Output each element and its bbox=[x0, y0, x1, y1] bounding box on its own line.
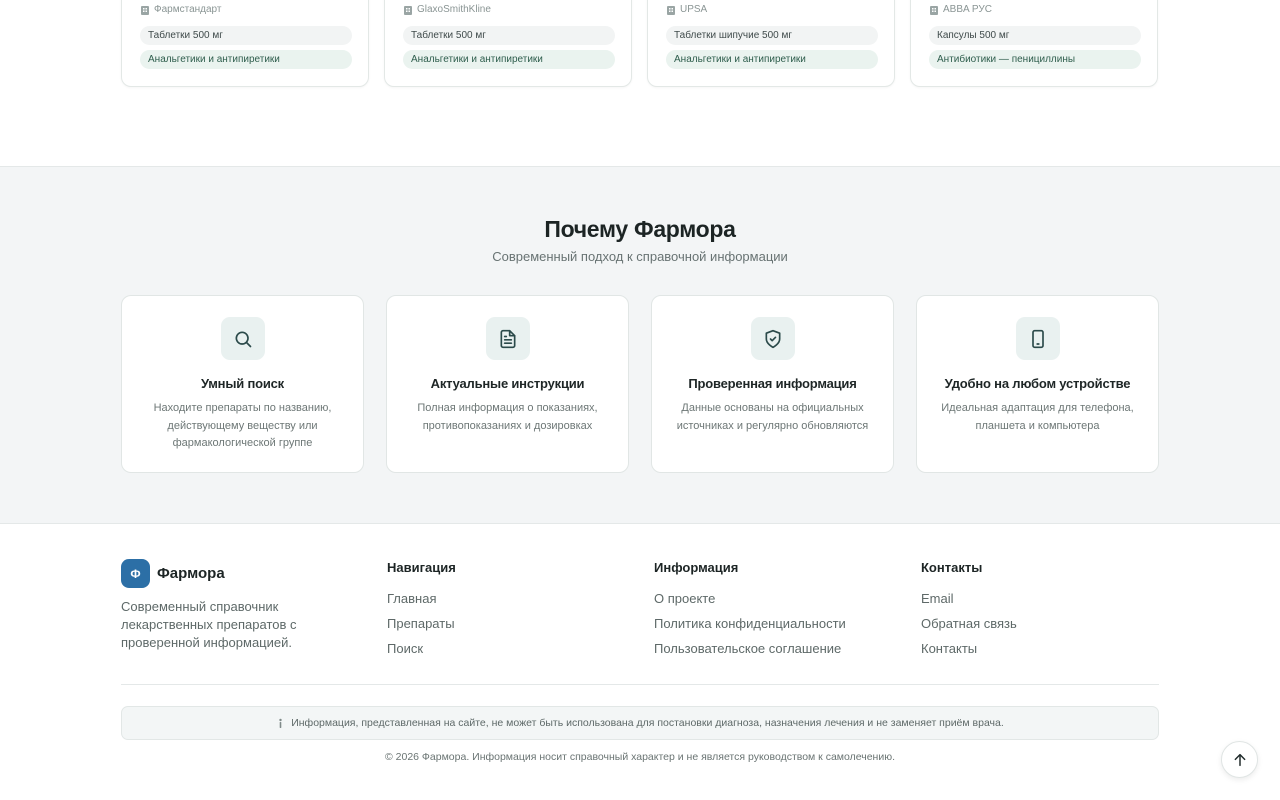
manufacturer: GlaxoSmithKline bbox=[403, 4, 491, 15]
pharm-group-badge: Анальгетики и антипиретики bbox=[140, 50, 352, 69]
manufacturer-label: ABBA РУС bbox=[943, 4, 992, 15]
feature-icon-box bbox=[221, 317, 265, 360]
column-title: Контакты bbox=[921, 560, 983, 575]
manufacturer: ABBA РУС bbox=[929, 4, 992, 15]
footer-divider bbox=[121, 684, 1159, 685]
product-card[interactable]: ABBA РУС Капсулы 500 мг Антибиотики — пе… bbox=[910, 0, 1158, 87]
info-icon bbox=[279, 718, 282, 728]
feature-card-verified: Проверенная информация Данные основаны н… bbox=[651, 295, 894, 473]
feature-title: Актуальные инструкции bbox=[430, 376, 585, 391]
section-subtitle: Современный подход к справочной информац… bbox=[492, 249, 788, 264]
product-card[interactable]: Фармстандарт Таблетки 500 мг Анальгетики… bbox=[121, 0, 369, 87]
footer-link-about[interactable]: О проекте bbox=[654, 586, 846, 611]
manufacturer-label: UPSA bbox=[680, 4, 708, 15]
building-icon bbox=[930, 5, 938, 15]
pharm-group-badge: Антибиотики — пенициллины bbox=[929, 50, 1141, 69]
product-card[interactable]: UPSA Таблетки шипучие 500 мг Анальгетики… bbox=[647, 0, 895, 87]
feature-title: Умный поиск bbox=[201, 376, 284, 391]
medical-disclaimer: Информация, представленная на сайте, не … bbox=[121, 706, 1159, 740]
manufacturer-label: GlaxoSmithKline bbox=[417, 4, 491, 15]
footer-brand[interactable]: Ф Фармора bbox=[121, 559, 225, 588]
footer-link-email[interactable]: Email bbox=[921, 586, 1017, 611]
footer-link-feedback[interactable]: Обратная связь bbox=[921, 611, 1017, 636]
pharm-group-badge: Анальгетики и антипиретики bbox=[666, 50, 878, 69]
footer-link-contacts[interactable]: Контакты bbox=[921, 636, 1017, 661]
feature-description: Идеальная адаптация для телефона, планше… bbox=[941, 402, 1134, 432]
feature-card-devices: Удобно на любом устройстве Идеальная ада… bbox=[916, 295, 1159, 473]
manufacturer: UPSA bbox=[666, 4, 707, 15]
feature-title: Удобно на любом устройстве bbox=[944, 376, 1131, 391]
feature-description: Находите препараты по названию, действую… bbox=[153, 402, 332, 449]
manufacturer-label: Фармстандарт bbox=[154, 4, 222, 15]
feature-card-instructions: Актуальные инструкции Полная информация … bbox=[386, 295, 629, 473]
feature-icon-box bbox=[751, 317, 795, 360]
building-icon bbox=[141, 5, 149, 15]
footer-link-home[interactable]: Главная bbox=[387, 586, 456, 611]
footer-link-privacy[interactable]: Политика конфиденциальности bbox=[654, 611, 846, 636]
feature-description: Данные основаны на официальных источника… bbox=[676, 402, 869, 432]
product-cards-strip: Фармстандарт Таблетки 500 мг Анальгетики… bbox=[0, 0, 1280, 166]
document-icon bbox=[500, 329, 516, 348]
feature-card-search: Умный поиск Находите препараты по назван… bbox=[121, 295, 364, 473]
product-card[interactable]: GlaxoSmithKline Таблетки 500 мг Анальгет… bbox=[384, 0, 632, 87]
phone-icon bbox=[1032, 329, 1044, 348]
column-title: Навигация bbox=[387, 560, 456, 575]
footer-nav-column: Навигация Главная Препараты Поиск bbox=[387, 560, 456, 661]
feature-title: Проверенная информация bbox=[688, 376, 857, 391]
column-title: Информация bbox=[654, 560, 739, 575]
pharm-group-badge: Анальгетики и антипиретики bbox=[403, 50, 615, 69]
feature-description: Полная информация о показаниях, противоп… bbox=[417, 402, 598, 432]
logo: Ф bbox=[121, 559, 150, 588]
footer-link-search[interactable]: Поиск bbox=[387, 636, 456, 661]
building-icon bbox=[667, 5, 675, 15]
dosage-form-badge: Таблетки 500 мг bbox=[403, 26, 615, 45]
footer: Ф Фармора Современный справочник лекарст… bbox=[0, 524, 1280, 800]
building-icon bbox=[404, 5, 412, 15]
feature-icon-box bbox=[486, 317, 530, 360]
disclaimer-text: Информация, представленная на сайте, не … bbox=[291, 717, 1004, 729]
arrow-up-icon bbox=[1234, 753, 1245, 766]
shield-check-icon bbox=[765, 329, 781, 348]
footer-link-drugs[interactable]: Препараты bbox=[387, 611, 456, 636]
footer-link-terms[interactable]: Пользовательское соглашение bbox=[654, 636, 846, 661]
why-section: Почему Фармора Современный подход к спра… bbox=[0, 166, 1280, 524]
footer-info-column: Информация О проекте Политика конфиденци… bbox=[654, 560, 846, 661]
brand-name: Фармора bbox=[157, 565, 225, 582]
section-title: Почему Фармора bbox=[544, 216, 736, 242]
scroll-to-top-button[interactable] bbox=[1221, 741, 1258, 778]
manufacturer: Фармстандарт bbox=[140, 4, 221, 15]
copyright: © 2026 Фармора. Информация носит справоч… bbox=[384, 751, 895, 763]
dosage-form-badge: Таблетки 500 мг bbox=[140, 26, 352, 45]
footer-contacts-column: Контакты Email Обратная связь Контакты bbox=[921, 560, 1017, 661]
brand-description: Современный справочник лекарственных пре… bbox=[121, 599, 297, 650]
search-icon bbox=[235, 331, 252, 347]
feature-icon-box bbox=[1016, 317, 1060, 360]
dosage-form-badge: Капсулы 500 мг bbox=[929, 26, 1141, 45]
dosage-form-badge: Таблетки шипучие 500 мг bbox=[666, 26, 878, 45]
